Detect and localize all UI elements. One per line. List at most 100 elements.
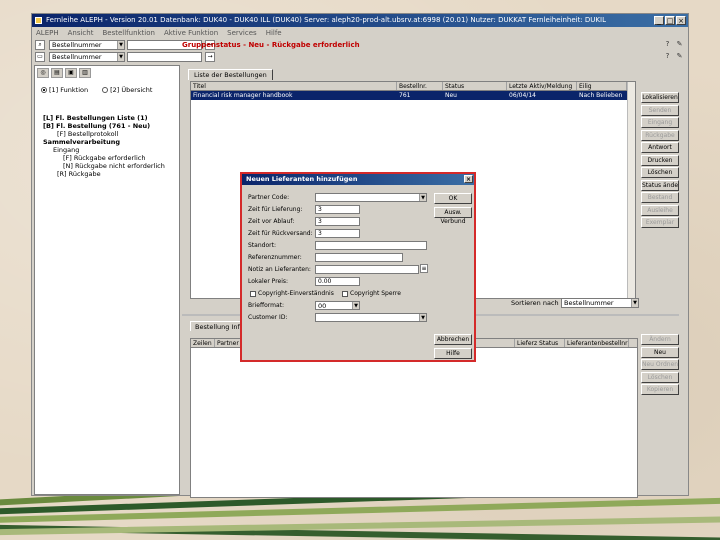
column-header[interactable]: Lieferantenbestellnr [565,339,629,347]
tree-item[interactable]: [F] Rückgabe erforderlich [43,154,165,162]
partner-code-field[interactable]: ▼ [315,193,427,202]
ok-button[interactable]: OK [434,193,472,204]
checkbox-icon [342,290,348,297]
search-field-1-value: Bestellnummer [52,41,102,49]
send-button[interactable]: Senden [641,104,679,116]
radio-uebersicht-label: [2] Übersicht [110,86,153,94]
menu-services[interactable]: Services [227,28,257,39]
return-button[interactable]: Rückgabe [641,129,679,141]
edit-icon[interactable]: ✎ [675,52,684,61]
tree-item[interactable]: Sammelverarbeitung [43,138,165,146]
tree-item[interactable]: [R] Rückgabe [43,170,165,178]
dialog-title: Neuen Lieferanten hinzufügen [246,175,358,183]
delete-button[interactable]: Löschen [641,167,679,178]
radio-funktion[interactable]: [1] Funktion [41,86,88,94]
location-field[interactable] [315,241,427,250]
menu-aleph[interactable]: ALEPH [36,28,59,39]
navigation-panel: ◎ ▤ ▣ ▥ [1] Funktion [2] Übersicht [L] F… [34,65,180,495]
go-arrow-icon[interactable]: → [205,52,215,62]
cancel-button[interactable]: Abbrechen [434,334,472,345]
document-icon[interactable]: ▤ [51,68,63,78]
item-button[interactable]: Exemplar [641,217,679,228]
search-input-2[interactable] [127,52,202,62]
print-button[interactable]: Drucken [641,154,679,166]
duplicate-button[interactable]: Ausw. Verbund [434,207,472,225]
vertical-scrollbar[interactable] [627,82,635,298]
tree-item[interactable]: [L] Fl. Bestellungen Liste (1) [43,114,165,122]
reference-field[interactable] [315,253,403,262]
chevron-down-icon[interactable]: ▼ [419,314,426,321]
column-header[interactable]: Status [443,82,507,90]
close-button[interactable]: × [676,16,686,25]
column-header[interactable]: Eilig [577,82,627,90]
column-header[interactable]: Letzte Aktiv/Meldung [507,82,577,90]
modify-button[interactable]: Ändern [641,334,679,345]
expiry-time-field[interactable]: 3 [315,217,360,226]
radio-uebersicht[interactable]: [2] Übersicht [102,86,152,94]
column-header[interactable]: Lieferz Status [515,339,565,347]
chevron-down-icon[interactable]: ▼ [117,53,124,61]
library-icon[interactable]: ▥ [79,68,91,78]
menu-ansicht[interactable]: Ansicht [68,28,94,39]
tree-item[interactable]: Eingang [43,146,165,154]
maximize-button[interactable]: □ [665,16,675,25]
radio-icon [41,87,47,93]
supplier-note-field[interactable] [315,265,419,274]
sort-select[interactable]: Bestellnummer ▼ [561,298,639,308]
column-header[interactable]: Titel [191,82,397,90]
tree-item[interactable]: [F] Bestellprotokoll [43,130,165,138]
lock-icon[interactable]: ▣ [65,68,77,78]
help-icon[interactable]: ? [663,52,672,61]
menu-hilfe[interactable]: Hilfe [266,28,282,39]
help-button[interactable]: Hilfe [434,348,472,359]
edit-icon[interactable]: ✎ [675,40,684,49]
localize-button[interactable]: Lokalisieren [641,92,679,103]
delete-supplier-button[interactable]: Löschen [641,371,679,383]
local-price-field[interactable]: 0.00 [315,277,360,286]
tree-item[interactable]: [N] Rückgabe nicht erforderlich [43,162,165,170]
receive-button[interactable]: Eingang [641,117,679,128]
globe-icon[interactable]: ◎ [37,68,49,78]
window-controls: _ □ × [654,16,686,25]
folder-icon[interactable]: ▭ [35,52,45,62]
letter-format-select[interactable]: 00 ▼ [315,301,360,310]
minimize-button[interactable]: _ [654,16,664,25]
delivery-time-field[interactable]: 3 [315,205,360,214]
copyright-consent-checkbox[interactable]: Copyright-Einverständnis [250,289,334,299]
chevron-down-icon[interactable]: ▼ [117,41,124,49]
reorder-button[interactable]: Neu Ordnen [641,359,679,370]
copyright-block-checkbox[interactable]: Copyright Sperre [342,289,401,299]
supplier-action-buttons: Ändern Neu Neu Ordnen Löschen Kopieren [641,334,681,397]
chevron-down-icon[interactable]: ▼ [419,194,426,201]
column-header[interactable]: Bestellnr. [397,82,443,90]
help-icon[interactable]: ? [663,40,672,49]
tab-order-list[interactable]: Liste der Bestellungen [188,69,273,80]
customer-id-select[interactable]: ▼ [315,313,427,322]
chevron-down-icon[interactable]: ▼ [352,302,359,309]
change-status-button[interactable]: Status ändern [641,179,679,191]
search-field-2[interactable]: Bestellnummer ▼ [49,52,125,62]
tree-item[interactable]: [B] Fl. Bestellung (761 - Neu) [43,122,165,130]
answer-button[interactable]: Antwort [641,142,679,153]
field-label: Standort: [248,242,276,249]
return-time-field[interactable]: 3 [315,229,360,238]
table-row[interactable]: Financial risk manager handbook 761 Neu … [191,91,635,100]
chevron-down-icon[interactable]: ▼ [631,299,638,307]
search-icon[interactable]: ⌕ [35,40,45,50]
holdings-button[interactable]: Bestand [641,192,679,203]
field-label: Partner Code: [248,194,290,201]
column-header[interactable]: Zeilen [191,339,215,347]
loan-button[interactable]: Ausleihe [641,204,679,216]
add-supplier-dialog: Neuen Lieferanten hinzufügen × Partner C… [240,172,476,362]
menu-bestellfunktion[interactable]: Bestellfunktion [102,28,155,39]
window-title: Fernleihe ALEPH - Version 20.01 Datenban… [46,16,606,24]
app-icon [35,17,42,24]
close-icon[interactable]: × [464,175,473,183]
search-field-1[interactable]: Bestellnummer ▼ [49,40,125,50]
new-button[interactable]: Neu [641,346,679,358]
copy-button[interactable]: Kopieren [641,384,679,395]
table-header: Titel Bestellnr. Status Letzte Aktiv/Mel… [191,82,635,91]
sort-label: Sortieren nach [511,299,559,307]
menu-aktive-funktion[interactable]: Aktive Funktion [164,28,218,39]
edit-note-icon[interactable]: ≡ [420,264,428,273]
